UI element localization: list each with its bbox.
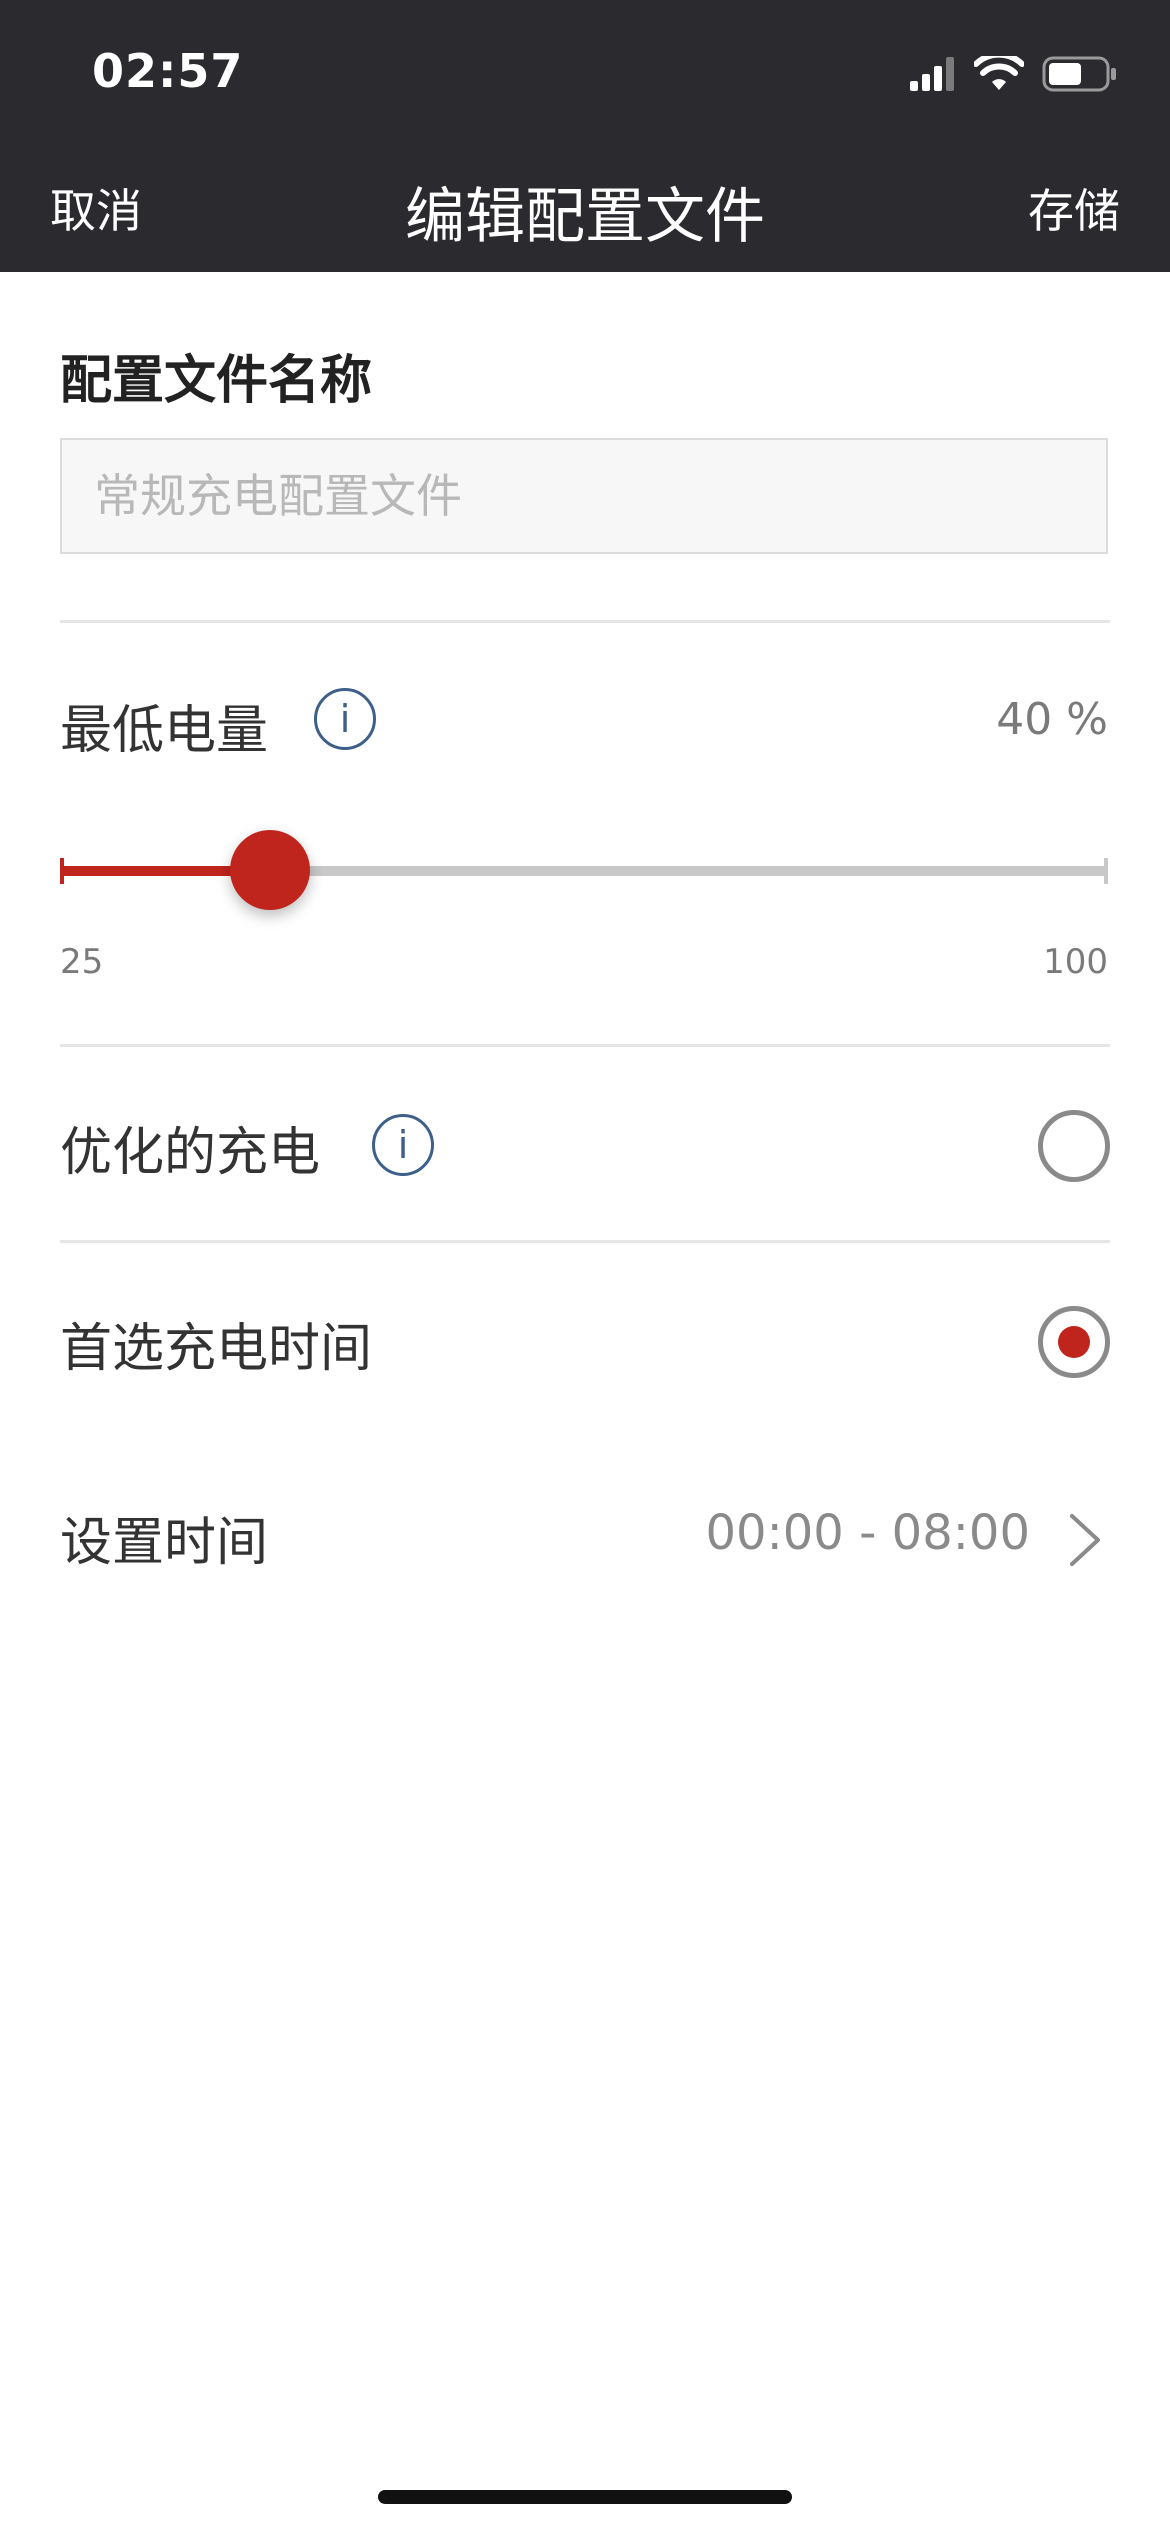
min-battery-info-icon[interactable]: i	[314, 688, 376, 750]
status-time: 02:57	[92, 44, 244, 98]
divider	[60, 1240, 1110, 1243]
set-time-label: 设置时间	[60, 1513, 269, 1573]
slider-max-label: 100	[1043, 942, 1108, 982]
optimized-charging-info-icon[interactable]: i	[372, 1114, 434, 1176]
slider-min-cap	[60, 858, 64, 884]
min-battery-slider[interactable]	[60, 830, 1108, 910]
wifi-icon	[974, 56, 1024, 90]
edit-profile-screen: 02:57 取消 编辑配置文件 存储 配置文件名称 常规充电配置文件 最低电量 …	[0, 0, 1170, 2532]
profile-name-label: 配置文件名称	[60, 351, 373, 411]
status-icons	[910, 52, 1118, 96]
optimized-charging-label: 优化的充电	[60, 1123, 321, 1183]
signal-icon	[910, 57, 954, 91]
chevron-right-icon	[1070, 1514, 1100, 1566]
profile-name-input[interactable]	[60, 438, 1108, 554]
slider-min-label: 25	[60, 942, 104, 982]
preferred-charge-time-radio[interactable]	[1038, 1306, 1110, 1378]
home-indicator	[378, 2490, 792, 2504]
divider	[60, 620, 1110, 623]
preferred-charge-time-label: 首选充电时间	[60, 1319, 373, 1379]
optimized-charging-radio[interactable]	[1038, 1110, 1110, 1182]
set-time-value: 00:00 - 08:00	[705, 1505, 1031, 1561]
min-battery-value: 40 %	[996, 694, 1108, 745]
slider-thumb[interactable]	[230, 830, 310, 910]
min-battery-label: 最低电量	[60, 701, 269, 761]
page-title: 编辑配置文件	[405, 182, 765, 252]
save-button[interactable]: 存储	[1028, 175, 1120, 241]
battery-icon	[1042, 56, 1116, 92]
slider-max-cap	[1104, 858, 1108, 884]
divider	[60, 1044, 1110, 1047]
header: 02:57 取消 编辑配置文件 存储	[0, 0, 1170, 272]
